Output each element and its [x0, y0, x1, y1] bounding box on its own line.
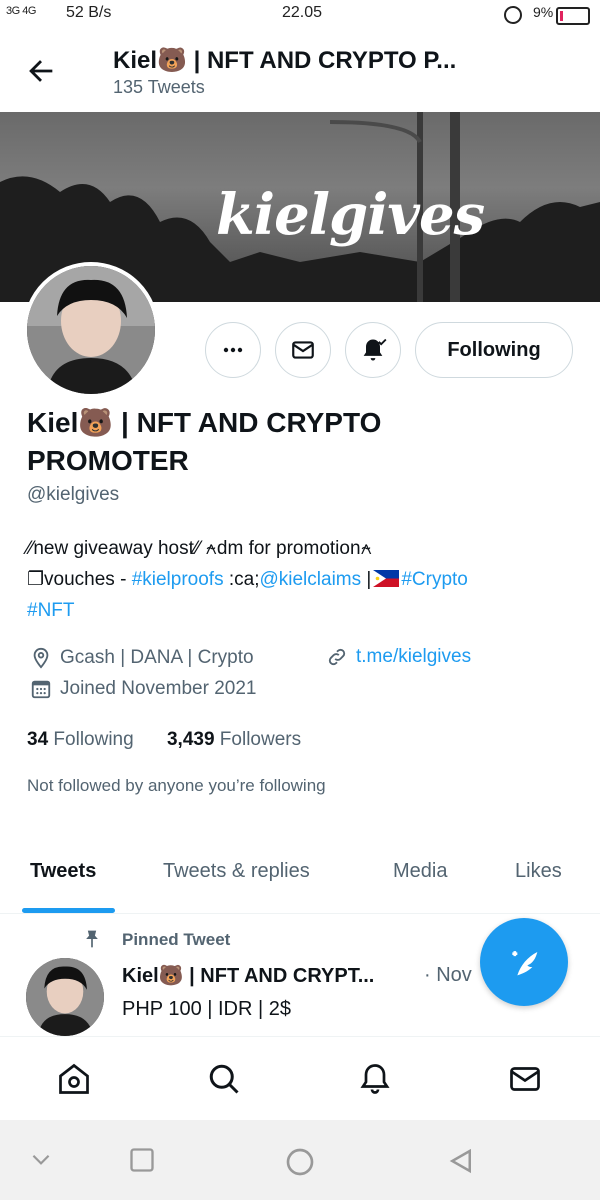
home-icon[interactable] — [56, 1061, 92, 1097]
location-text: Gcash | DANA | Crypto — [60, 647, 254, 668]
profile-bio: ⁄⁄new giveaway host⁄⁄ ⍲dm for promotion⍲… — [27, 533, 587, 626]
following-button[interactable]: Following — [415, 322, 573, 378]
home-circle-icon[interactable] — [284, 1146, 316, 1178]
divider — [0, 913, 600, 914]
bio-text: | — [361, 569, 372, 590]
bio-line-2: ❐vouches - #kielproofs :ca;@kielclaims |… — [27, 564, 587, 595]
tweet-text[interactable]: PHP 100 | IDR | 2$ — [122, 998, 291, 1021]
status-bar: 3G 4G 52 B/s 22.05 9% — [0, 0, 600, 32]
hashtag-link[interactable]: #kielproofs — [132, 569, 224, 590]
more-icon — [223, 347, 243, 353]
bio-line-3: #NFT — [27, 595, 587, 626]
back-triangle-icon[interactable] — [446, 1146, 476, 1176]
notifications-icon[interactable] — [357, 1061, 393, 1097]
joined-row: Joined November 2021 — [30, 678, 256, 700]
notifications-toggle-button[interactable] — [345, 322, 401, 378]
bio-text: ❐vouches - — [27, 569, 132, 590]
chevron-down-icon[interactable] — [28, 1146, 54, 1172]
messages-icon[interactable] — [507, 1061, 543, 1097]
tweet-date[interactable]: · Nov — [424, 964, 472, 987]
tweet-avatar[interactable] — [26, 958, 104, 1036]
following-count: 34 — [27, 729, 49, 750]
follow-counts: 34 Following 3,439 Followers — [27, 729, 301, 751]
location-row: Gcash | DANA | Crypto — [30, 646, 254, 670]
profile-avatar[interactable] — [23, 262, 159, 398]
tweet-author-name[interactable]: Kiel🐻 | NFT AND CRYPT... — [122, 963, 374, 988]
link-icon — [328, 648, 346, 666]
location-icon — [33, 647, 49, 669]
calendar-icon — [31, 680, 51, 699]
network-speed: 52 B/s — [66, 4, 112, 21]
tab-tweets-replies[interactable]: Tweets & replies — [163, 860, 310, 883]
system-navigation-bar — [0, 1120, 600, 1200]
back-arrow-icon[interactable] — [24, 54, 58, 88]
joined-text: Joined November 2021 — [60, 678, 257, 699]
profile-name: Kiel🐻 | NFT AND CRYPTO PROMOTER — [27, 407, 382, 476]
clock: 22.05 — [282, 4, 323, 21]
hashtag-link[interactable]: #Crypto — [401, 569, 468, 590]
mention-link[interactable]: @kielclaims — [259, 569, 361, 590]
hashtag-link[interactable]: #NFT — [27, 600, 75, 621]
compose-icon — [512, 951, 538, 976]
battery-icon — [556, 7, 590, 25]
philippines-flag-icon — [373, 570, 400, 587]
followers-stat[interactable]: 3,439 Followers — [167, 729, 301, 750]
tab-media[interactable]: Media — [393, 860, 447, 883]
pin-icon — [86, 930, 98, 948]
more-button[interactable] — [205, 322, 261, 378]
header-title: Kiel🐻 | NFT AND CRYPTO P... — [113, 47, 457, 74]
profile-handle: @kielgives — [27, 484, 120, 505]
banner-text: kielgives — [216, 182, 485, 248]
tab-tweets[interactable]: Tweets — [30, 860, 96, 883]
bottom-navigation — [0, 1036, 600, 1120]
signal-indicator: 3G 4G — [6, 5, 36, 17]
following-stat[interactable]: 34 Following — [27, 729, 134, 750]
bio-line-1: ⁄⁄new giveaway host⁄⁄ ⍲dm for promotion⍲ — [27, 538, 372, 559]
not-followed-note: Not followed by anyone you’re following — [27, 776, 326, 795]
profile-header: Kiel🐻 | NFT AND CRYPTO P... 135 Tweets — [0, 32, 600, 112]
following-label: Following — [53, 729, 134, 750]
website-row[interactable]: t.me/kielgives — [326, 646, 471, 668]
avatar-image — [27, 266, 155, 394]
bell-icon — [363, 338, 387, 361]
mail-icon — [292, 341, 314, 359]
compose-tweet-button[interactable] — [480, 918, 568, 1006]
bio-text: :ca; — [223, 569, 260, 590]
website-link[interactable]: t.me/kielgives — [356, 646, 471, 668]
tab-likes[interactable]: Likes — [515, 860, 562, 883]
tweet-count: 135 Tweets — [113, 77, 205, 97]
tweet-avatar-image — [26, 958, 104, 1036]
search-icon[interactable] — [206, 1061, 242, 1097]
recents-icon[interactable] — [128, 1146, 156, 1174]
followers-label: Followers — [219, 729, 302, 750]
message-button[interactable] — [275, 322, 331, 378]
pinned-tweet-label: Pinned Tweet — [122, 930, 231, 949]
rotation-lock-icon — [504, 6, 522, 24]
battery-percent: 9% — [533, 4, 554, 20]
followers-count: 3,439 — [166, 729, 215, 750]
